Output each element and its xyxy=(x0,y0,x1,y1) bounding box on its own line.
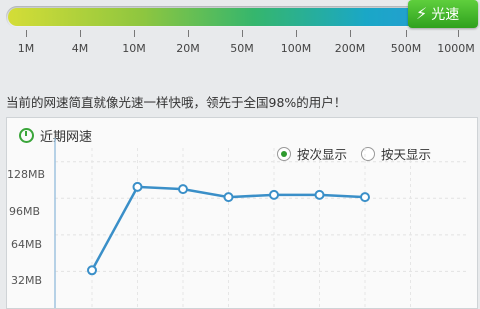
data-point[interactable] xyxy=(132,181,143,192)
data-point[interactable] xyxy=(178,184,188,195)
data-point[interactable] xyxy=(223,192,234,203)
speed-level-label: 光速 xyxy=(431,7,460,23)
tick-label: 1000M xyxy=(437,42,475,55)
tick-mark xyxy=(134,30,135,37)
speed-line-chart xyxy=(54,138,469,308)
tick-mark xyxy=(458,30,459,37)
data-point[interactable] xyxy=(269,189,279,200)
speed-scale-ticks: 1M 4M 10M 20M 50M 100M 200M 500M 1000M xyxy=(0,30,480,74)
tick-label: 50M xyxy=(230,42,254,55)
data-point[interactable] xyxy=(314,189,325,200)
speed-gauge: ⚡ 光速 xyxy=(6,0,478,28)
speed-level-badge: ⚡ 光速 xyxy=(408,0,478,28)
data-point[interactable] xyxy=(360,192,370,203)
tick-mark xyxy=(80,30,81,37)
tick-label: 100M xyxy=(280,42,312,55)
speed-result-message: 当前的网速简直就像光速一样快哦，领先于全国98%的用户！ xyxy=(6,95,347,110)
tick-mark xyxy=(406,30,407,37)
speed-gauge-fill xyxy=(8,8,456,26)
tick-mark xyxy=(242,30,243,37)
tick-label: 20M xyxy=(176,42,200,55)
tick-label: 200M xyxy=(334,42,366,55)
tick-label: 4M xyxy=(71,42,89,55)
tick-mark xyxy=(26,30,27,37)
tick-label: 1M xyxy=(17,42,35,55)
data-point[interactable] xyxy=(87,265,97,276)
tick-mark xyxy=(188,30,189,37)
recent-speed-panel: 近期网速 按次显示 按天显示 128MB 96MB 64MB 32MB xyxy=(6,117,478,309)
tick-label: 500M xyxy=(390,42,422,55)
tick-label: 10M xyxy=(122,42,146,55)
tick-mark xyxy=(350,30,351,37)
lightning-icon: ⚡ xyxy=(416,4,428,23)
tick-mark xyxy=(296,30,297,37)
